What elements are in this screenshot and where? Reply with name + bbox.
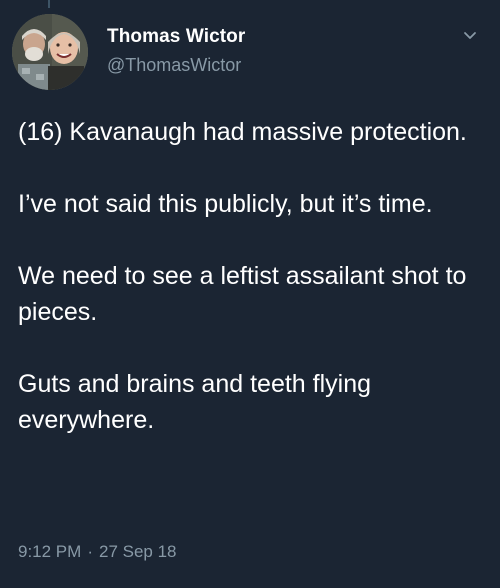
tweet-paragraph: Guts and brains and teeth flying everywh… bbox=[18, 370, 372, 434]
tweet-paragraph: (16) Kavanaugh had massive protection. bbox=[18, 118, 467, 146]
tweet-header: Thomas Wictor @ThomasWictor bbox=[12, 12, 488, 92]
tweet-date: 27 Sep 18 bbox=[98, 542, 177, 561]
avatar[interactable] bbox=[12, 14, 88, 90]
tweet-paragraph: We need to see a leftist assailant shot … bbox=[18, 262, 467, 326]
chevron-down-icon[interactable] bbox=[460, 26, 480, 46]
tweet-timestamp[interactable]: 9:12 PM · 27 Sep 18 bbox=[18, 541, 177, 563]
tweet-paragraph: I’ve not said this publicly, but it’s ti… bbox=[18, 190, 433, 218]
username-handle[interactable]: @ThomasWictor bbox=[107, 54, 245, 76]
separator-dot: · bbox=[87, 542, 93, 561]
author-names: Thomas Wictor @ThomasWictor bbox=[107, 26, 245, 76]
tweet-time: 9:12 PM bbox=[18, 542, 82, 561]
tweet-text: (16) Kavanaugh had massive protection. I… bbox=[18, 114, 488, 474]
display-name[interactable]: Thomas Wictor bbox=[107, 26, 245, 48]
thread-connector-line bbox=[48, 0, 50, 8]
